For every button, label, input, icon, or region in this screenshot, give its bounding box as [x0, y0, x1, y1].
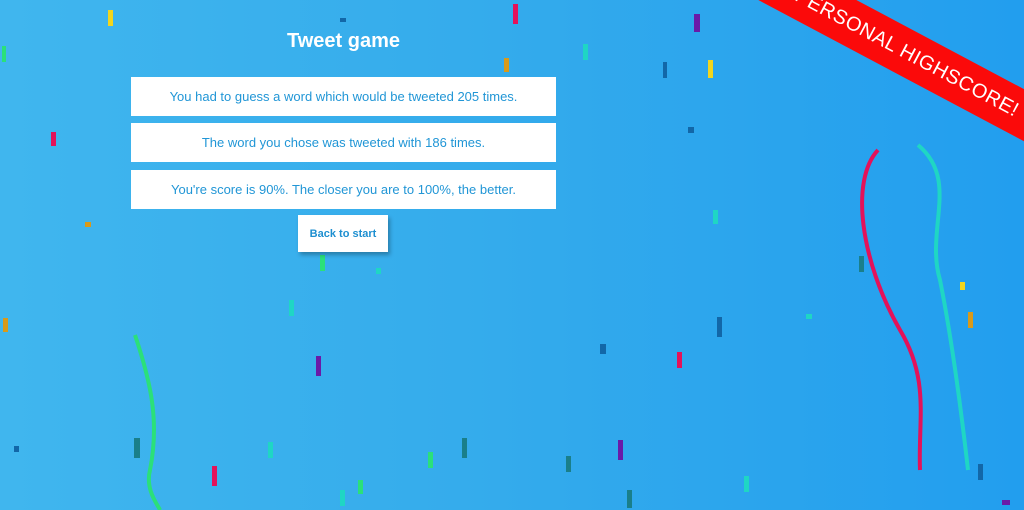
confetti-piece: [859, 256, 864, 272]
confetti-piece: [51, 132, 56, 146]
confetti-piece: [600, 344, 606, 354]
confetti-piece: [688, 127, 694, 133]
confetti-piece: [320, 255, 325, 271]
confetti-piece: [717, 317, 722, 337]
confetti-piece: [663, 62, 667, 78]
confetti-piece: [978, 464, 983, 480]
confetti-piece: [806, 314, 812, 319]
confetti-piece: [744, 476, 749, 492]
confetti-piece: [14, 446, 19, 452]
confetti-piece: [340, 18, 346, 22]
confetti-piece: [627, 490, 632, 508]
confetti-piece: [316, 356, 321, 376]
confetti-piece: [289, 300, 294, 316]
confetti-piece: [428, 452, 433, 468]
confetti-piece: [358, 480, 363, 494]
confetti-piece: [968, 312, 973, 328]
confetti-piece: [708, 60, 713, 78]
confetti-piece: [694, 14, 700, 32]
confetti-piece: [566, 456, 571, 472]
confetti-piece: [960, 282, 965, 290]
confetti-piece: [340, 490, 345, 506]
streamer-green: [133, 334, 162, 510]
confetti-piece: [513, 4, 518, 24]
confetti-piece: [1002, 500, 1010, 505]
confetti-piece: [677, 352, 682, 368]
confetti-piece: [134, 438, 140, 458]
chosen-word-message: The word you chose was tweeted with 186 …: [131, 123, 556, 162]
confetti-piece: [3, 318, 8, 332]
confetti-piece: [212, 466, 217, 486]
confetti-piece: [268, 442, 273, 458]
page-title: Tweet game: [287, 30, 400, 52]
back-to-start-button[interactable]: Back to start: [298, 215, 388, 252]
confetti-piece: [504, 58, 509, 72]
streamer-teal: [916, 143, 970, 471]
confetti-piece: [2, 46, 6, 62]
confetti-piece: [583, 44, 588, 60]
confetti-piece: [376, 268, 381, 274]
target-count-message: You had to guess a word which would be t…: [131, 77, 556, 116]
confetti-piece: [462, 438, 467, 458]
streamer-red: [860, 148, 923, 471]
confetti-piece: [108, 10, 113, 26]
score-message: You're score is 90%. The closer you are …: [131, 170, 556, 209]
confetti-piece: [713, 210, 718, 224]
confetti-piece: [85, 222, 91, 227]
confetti-piece: [618, 440, 623, 460]
